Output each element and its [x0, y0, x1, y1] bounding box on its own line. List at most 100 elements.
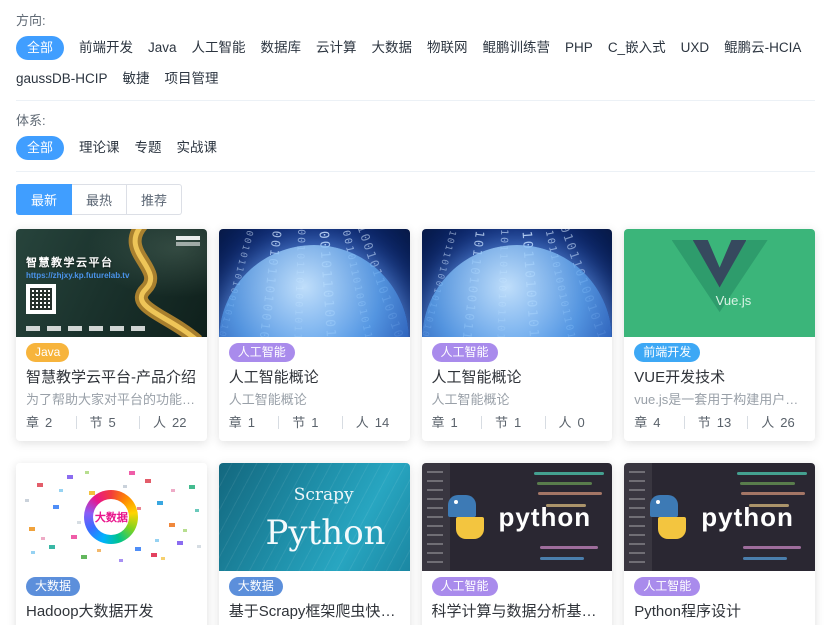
course-card-body: Java 智慧教学云平台-产品介绍 为了帮助大家对平台的功能加深理... 章2 … — [16, 337, 207, 441]
direction-filter-item-all[interactable]: 全部 — [16, 36, 64, 60]
course-card-body: 人工智能 科学计算与数据分析基础(Pyth... 本课程介绍NumPy入门和数据… — [422, 571, 613, 625]
sort-tab-newest[interactable]: 最新 — [16, 184, 72, 215]
direction-filter-item[interactable]: 鲲鹏训练营 — [483, 38, 551, 58]
cover-scrapy-text: Scrapy — [294, 485, 354, 505]
course-title[interactable]: Python程序设计 — [634, 601, 805, 622]
course-tag[interactable]: 人工智能 — [634, 577, 700, 596]
course-tag[interactable]: 人工智能 — [432, 577, 498, 596]
course-card[interactable]: 010110100101101001 010110100101101001 01… — [422, 229, 613, 441]
direction-filter-item[interactable]: C_嵌入式 — [608, 38, 666, 58]
cover-headline: 智慧教学云平台 — [26, 254, 114, 270]
vue-logo-text: Vue.js — [716, 293, 752, 308]
qr-code — [26, 284, 56, 314]
course-cover-image: 智慧教学云平台 https://zhjxy.kp.futurelab.tv — [16, 229, 207, 337]
course-title[interactable]: VUE开发技术 — [634, 367, 805, 388]
course-title[interactable]: 基于Scrapy框架爬虫快速开发(... — [229, 601, 400, 622]
direction-filter-item[interactable]: 大数据 — [372, 38, 413, 58]
python-logo-text: python — [701, 502, 794, 533]
course-card-body: 人工智能 Python程序设计 全面掌握Python编程语言的基本语... 章9… — [624, 571, 815, 625]
direction-filter-item[interactable]: 前端开发 — [79, 38, 133, 58]
stat-chapter-value: 2 — [45, 413, 52, 432]
direction-filter-item[interactable]: gaussDB-HCIP — [16, 69, 108, 89]
binary-stream: 100101101001011010 — [251, 229, 285, 337]
course-card[interactable]: 智慧教学云平台 https://zhjxy.kp.futurelab.tv Ja… — [16, 229, 207, 441]
binary-stream: 010110100101101001 — [557, 229, 612, 337]
sort-tab-recommended[interactable]: 推荐 — [127, 184, 182, 215]
stat-chapter-value: 4 — [653, 413, 660, 432]
sort-tab-hottest[interactable]: 最热 — [72, 184, 127, 215]
course-stats: 章2 节5 人22 — [26, 413, 197, 432]
course-card[interactable]: Vue.js 前端开发 VUE开发技术 vue.js是一套用于构建用户界面的..… — [624, 229, 815, 441]
stat-person-label: 人 — [761, 413, 774, 432]
direction-filter-item[interactable]: 敏捷 — [123, 69, 150, 89]
course-cover-image: Vue.js — [624, 229, 815, 337]
cover-url: https://zhjxy.kp.futurelab.tv — [26, 271, 129, 280]
direction-filter-item[interactable]: UXD — [681, 38, 710, 58]
direction-filter-item[interactable]: Java — [148, 38, 177, 58]
direction-filter-item[interactable]: 人工智能 — [192, 38, 246, 58]
stat-section-label: 节 — [292, 413, 305, 432]
stat-person-label: 人 — [356, 413, 369, 432]
direction-filter-item[interactable]: 云计算 — [316, 38, 357, 58]
system-filter-item[interactable]: 理论课 — [79, 138, 120, 158]
binary-stream: 010110100101101001 — [493, 229, 509, 337]
system-filter-label: 体系: — [16, 110, 815, 129]
stat-section-label: 节 — [90, 413, 103, 432]
course-desc: 人工智能概论 — [229, 390, 400, 409]
python-logo — [443, 494, 489, 540]
course-tag[interactable]: 人工智能 — [432, 343, 498, 362]
vue-logo: Vue.js — [672, 240, 768, 322]
course-title[interactable]: 智慧教学云平台-产品介绍 — [26, 367, 197, 388]
stats-divider — [76, 416, 77, 429]
sort-tabs: 最新 最热 推荐 — [16, 184, 182, 215]
course-title[interactable]: 人工智能概论 — [229, 367, 400, 388]
course-stats: 章4 节13 人26 — [634, 413, 805, 432]
stat-section-value: 1 — [311, 413, 318, 432]
section-divider — [16, 171, 815, 172]
course-desc: 人工智能概论 — [432, 390, 603, 409]
binary-stream: 010110100101101001 — [453, 229, 487, 337]
course-title[interactable]: 人工智能概论 — [432, 367, 603, 388]
direction-filter-item[interactable]: 鲲鹏云-HCIA — [724, 38, 801, 58]
course-tag[interactable]: 前端开发 — [634, 343, 700, 362]
python-logo-text: python — [499, 502, 592, 533]
binary-stream: 010110100101101001 — [422, 229, 459, 337]
direction-filter-item[interactable]: PHP — [565, 38, 593, 58]
course-desc: vue.js是一套用于构建用户界面的... — [634, 390, 805, 409]
course-catalog-page: 方向: 全部 前端开发 Java 人工智能 数据库 云计算 大数据 物联网 鲲鹏… — [0, 0, 831, 625]
course-cover-image: python — [624, 463, 815, 571]
section-divider — [16, 100, 815, 101]
stat-section-label: 节 — [698, 413, 711, 432]
course-card[interactable]: 大数据 大数据 Hadoop大数据开发 Hadoop大数据开发介绍 章8 节34… — [16, 463, 207, 625]
system-filter-item[interactable]: 实战课 — [177, 138, 218, 158]
direction-filter-item[interactable]: 项目管理 — [165, 69, 219, 89]
python-logo-row: python — [624, 463, 815, 571]
course-tag[interactable]: Java — [26, 343, 69, 362]
stat-person-value: 14 — [375, 413, 389, 432]
direction-filter-item[interactable]: 数据库 — [261, 38, 302, 58]
course-card-body: 大数据 Hadoop大数据开发 Hadoop大数据开发介绍 章8 节34 人33 — [16, 571, 207, 625]
system-filter-section: 体系: 全部 理论课 专题 实战课 — [16, 110, 815, 160]
course-stats: 章1 节1 人14 — [229, 413, 400, 432]
direction-filter-item[interactable]: 物联网 — [427, 38, 468, 58]
course-title[interactable]: 科学计算与数据分析基础(Pyth... — [432, 601, 603, 622]
course-card[interactable]: python 人工智能 Python程序设计 全面掌握Python编程语言的基本… — [624, 463, 815, 625]
python-logo-row: python — [422, 463, 613, 571]
course-tag[interactable]: 人工智能 — [229, 343, 295, 362]
course-card[interactable]: 100101101001011010 100101101001011010 10… — [219, 229, 410, 441]
course-card[interactable]: Scrapy Python 大数据 基于Scrapy框架爬虫快速开发(... 本… — [219, 463, 410, 625]
course-tag[interactable]: 大数据 — [229, 577, 283, 596]
course-tag[interactable]: 大数据 — [26, 577, 80, 596]
course-cover-image: 100101101001011010 100101101001011010 10… — [219, 229, 410, 337]
course-card-body: 人工智能 人工智能概论 人工智能概论 章1 节1 人0 — [422, 337, 613, 441]
system-filter-item[interactable]: 专题 — [135, 138, 162, 158]
course-cover-image: 大数据 — [16, 463, 207, 571]
stat-chapter-label: 章 — [26, 413, 39, 432]
system-filter-items: 全部 理论课 专题 实战课 — [16, 136, 815, 160]
python-logo — [645, 494, 691, 540]
course-title[interactable]: Hadoop大数据开发 — [26, 601, 197, 622]
direction-filter-label: 方向: — [16, 10, 815, 29]
rainbow-ring-badge: 大数据 — [84, 490, 138, 544]
course-card[interactable]: python 人工智能 科学计算与数据分析基础(Pyth... 本课程介绍Num… — [422, 463, 613, 625]
system-filter-item-all[interactable]: 全部 — [16, 136, 64, 160]
